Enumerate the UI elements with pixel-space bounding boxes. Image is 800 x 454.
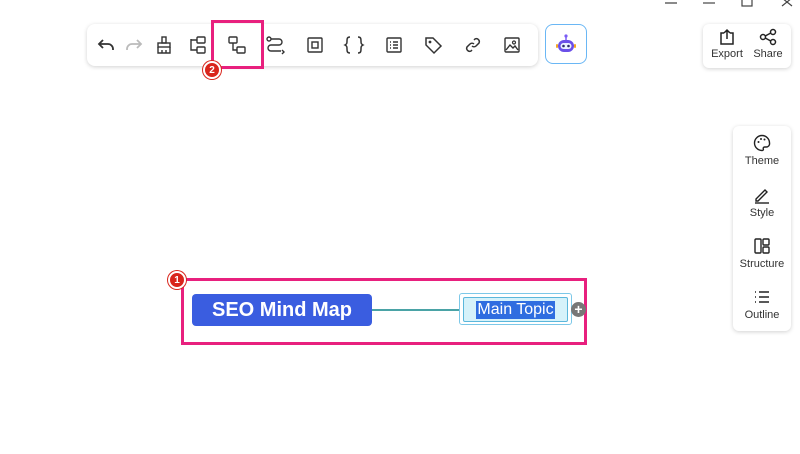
link-icon[interactable] bbox=[461, 33, 485, 57]
redo-icon[interactable] bbox=[122, 33, 146, 57]
style-label: Style bbox=[749, 207, 775, 219]
share-label: Share bbox=[753, 48, 783, 60]
right-side-panel: Theme Style Structure Outline bbox=[733, 126, 791, 331]
maximize-icon[interactable] bbox=[737, 0, 757, 10]
boundary-icon[interactable] bbox=[303, 33, 327, 57]
format-painter-icon[interactable] bbox=[152, 33, 176, 57]
summary-icon[interactable] bbox=[342, 33, 366, 57]
outline-button[interactable]: Outline bbox=[733, 288, 791, 336]
structure-label: Structure bbox=[739, 258, 785, 270]
menu-icon[interactable] bbox=[661, 0, 681, 10]
export-share-panel: Export Share bbox=[703, 24, 791, 68]
theme-label: Theme bbox=[744, 155, 780, 167]
annotation-badge-1: 1 bbox=[168, 271, 186, 289]
robot-icon bbox=[556, 34, 576, 52]
highlight-box-subtopic bbox=[211, 20, 264, 69]
main-topic-text[interactable]: Main Topic bbox=[476, 300, 555, 319]
ai-assistant-button[interactable] bbox=[545, 24, 587, 64]
export-label: Export bbox=[711, 48, 743, 60]
main-topic[interactable]: Main Topic bbox=[463, 297, 568, 322]
image-icon[interactable] bbox=[500, 33, 524, 57]
annotation-badge-2: 2 bbox=[203, 61, 221, 79]
pen-icon bbox=[755, 189, 769, 204]
tag-icon[interactable] bbox=[421, 33, 445, 57]
palette-icon bbox=[753, 134, 771, 152]
add-node-icon[interactable]: + bbox=[571, 302, 586, 317]
note-icon[interactable] bbox=[382, 33, 406, 57]
share-button[interactable]: Share bbox=[747, 28, 789, 66]
main-toolbar bbox=[87, 24, 538, 66]
export-button[interactable]: Export bbox=[706, 28, 748, 66]
undo-icon[interactable] bbox=[94, 33, 118, 57]
list-icon bbox=[755, 291, 769, 303]
relationship-icon[interactable] bbox=[264, 33, 288, 57]
export-icon bbox=[720, 28, 734, 45]
share-icon bbox=[759, 28, 777, 46]
style-button[interactable]: Style bbox=[733, 186, 791, 234]
add-topic-icon[interactable] bbox=[185, 33, 209, 57]
close-icon[interactable] bbox=[777, 0, 797, 10]
minimize-icon[interactable] bbox=[699, 0, 719, 10]
theme-button[interactable]: Theme bbox=[733, 134, 791, 182]
central-topic[interactable]: SEO Mind Map bbox=[192, 294, 372, 326]
outline-label: Outline bbox=[744, 309, 780, 321]
topic-connector bbox=[372, 309, 460, 311]
structure-icon bbox=[754, 238, 770, 254]
structure-button[interactable]: Structure bbox=[733, 237, 791, 285]
